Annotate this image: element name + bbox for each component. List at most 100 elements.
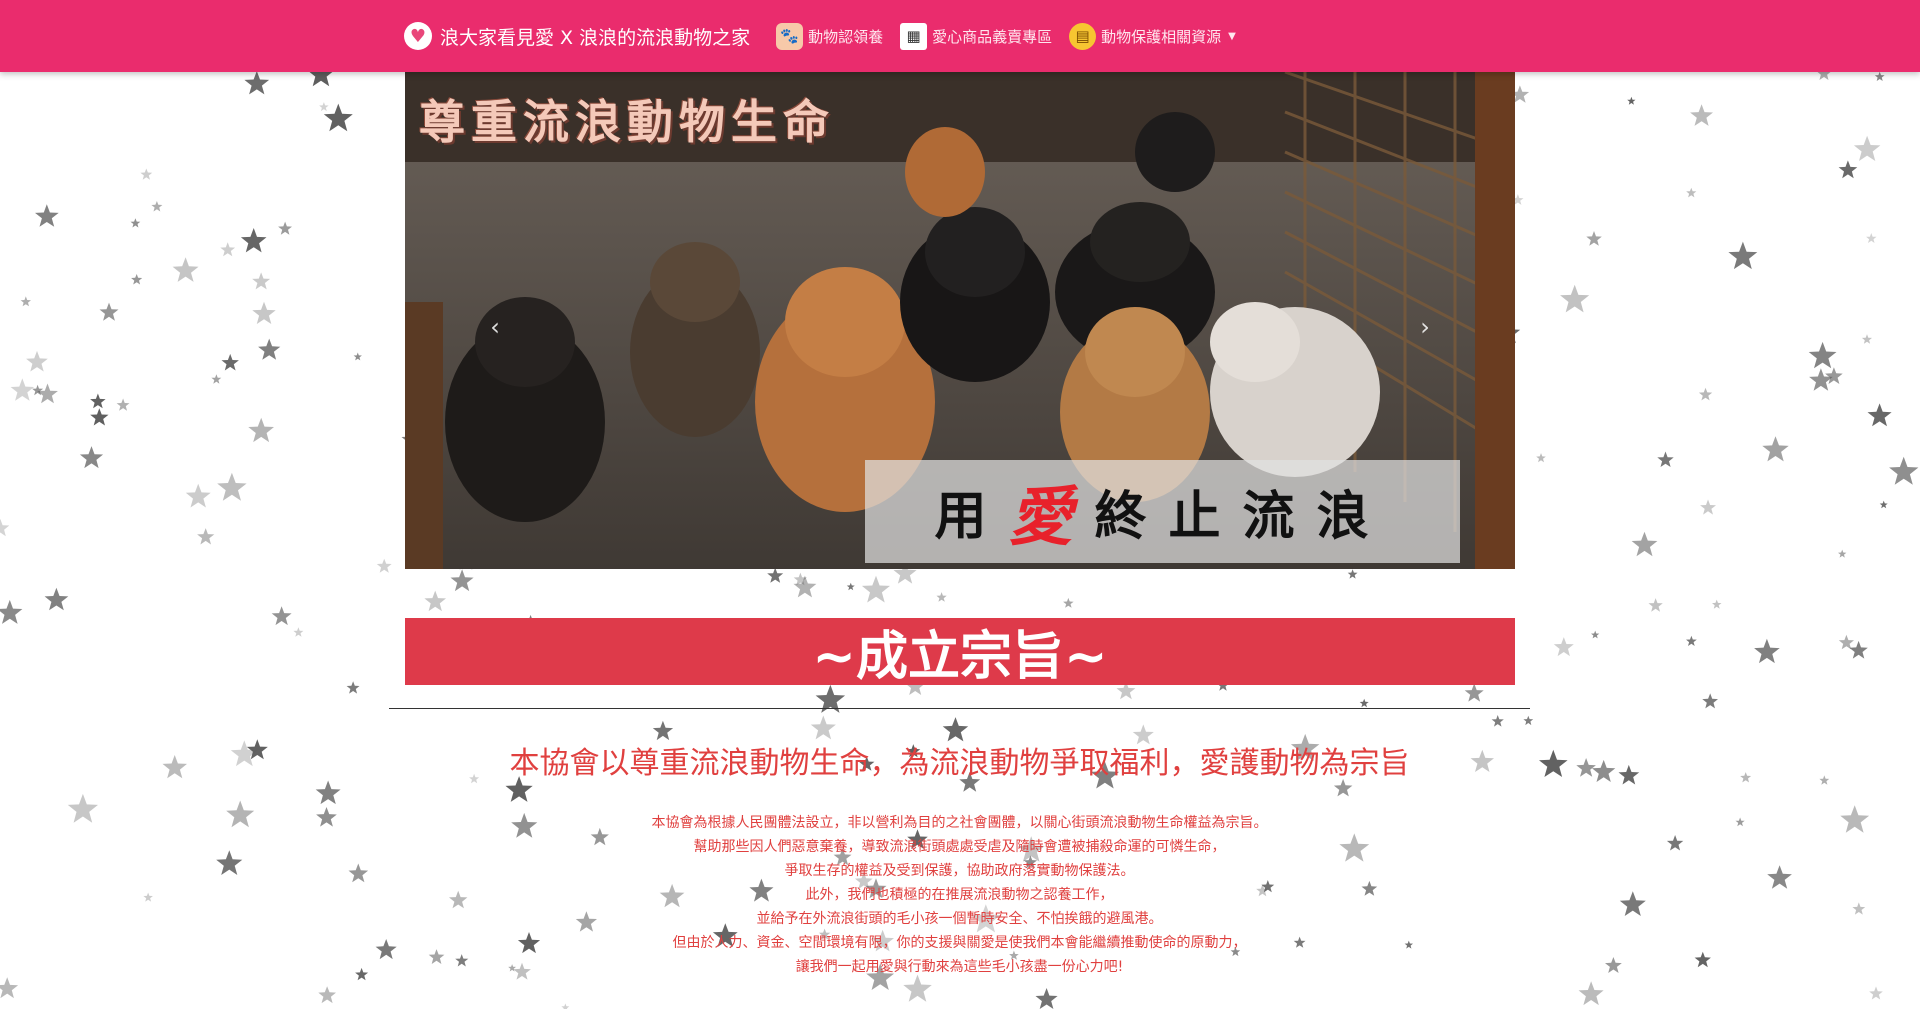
star-icon <box>1347 569 1358 579</box>
carousel-prev-button[interactable]: ‹ <box>475 307 515 347</box>
star-icon <box>1560 284 1590 313</box>
star-icon <box>353 352 362 361</box>
star-icon <box>561 1003 570 1009</box>
star-icon <box>1728 241 1758 270</box>
star-icon <box>0 519 10 537</box>
star-icon <box>1553 637 1574 657</box>
nav-item-adoption[interactable]: 🐾 動物認領養 <box>776 22 884 50</box>
paragraph-line: 並給予在外流浪街頭的毛小孩一個暫時安全、不怕挨餓的避風港。 <box>756 911 1163 927</box>
star-icon <box>116 398 130 411</box>
star-icon <box>810 715 836 740</box>
star-icon <box>1735 817 1745 827</box>
star-icon <box>226 800 255 828</box>
star-icon <box>793 572 807 586</box>
nav-item-label: 愛心商品義賣專區 <box>932 27 1053 46</box>
star-icon <box>35 204 59 227</box>
nav-item-resources-dropdown[interactable]: ▤ 動物保護相關資源 ▼ <box>1069 22 1236 50</box>
star-icon <box>10 378 35 401</box>
star-icon <box>1523 715 1534 726</box>
star-icon <box>221 353 239 371</box>
star-icon <box>346 681 360 694</box>
star-icon <box>90 393 106 409</box>
star-icon <box>252 301 276 324</box>
star-icon <box>185 483 211 508</box>
caption-text-before: 用 <box>934 487 1009 547</box>
paragraph-line: 本協會為根據人民團體法設立，非以營利為目的之社會團體，以關心街頭流浪動物生命權益… <box>651 815 1268 831</box>
star-icon <box>216 850 243 875</box>
star-icon <box>26 350 48 372</box>
star-icon <box>1838 549 1847 558</box>
star-icon <box>1740 772 1752 783</box>
chevron-left-icon: ‹ <box>490 313 500 341</box>
top-navbar: ♥ 浪大家看見愛 X 浪浪的流浪動物之家 🐾 動物認領養 ▦ 愛心商品義賣專區 … <box>0 0 1920 72</box>
nav-item-label: 動物認領養 <box>808 27 884 46</box>
star-icon <box>1866 233 1877 243</box>
paragraph-line: 但由於人力、資金、空間環境有限，你的支援與關愛是使我們本會能繼續推動使命的原動力… <box>672 935 1247 951</box>
mission-subtitle: 本協會以尊重流浪動物生命，為流浪動物爭取福利，愛護動物為宗旨 <box>509 746 1410 781</box>
star-icon <box>1819 775 1830 785</box>
paragraph-line: 此外，我們也積極的在推展流浪動物之認養工作， <box>805 887 1114 903</box>
star-icon <box>1631 531 1658 557</box>
star-icon <box>319 102 329 112</box>
star-icon <box>1762 436 1789 462</box>
star-icon <box>1657 451 1674 467</box>
star-icon <box>376 558 392 573</box>
star-icon <box>450 569 474 592</box>
carousel-next-button[interactable]: › <box>1405 307 1445 347</box>
star-icon <box>1694 951 1711 968</box>
star-icon <box>1861 334 1872 344</box>
paragraph-line: 讓我們一起用愛與行動來為這些毛小孩盡一份心力吧! <box>795 959 1124 975</box>
slide-title: 尊重流浪動物生命 <box>419 95 835 149</box>
nav-item-charity-shop[interactable]: ▦ 愛心商品義賣專區 <box>900 22 1053 50</box>
section-heading-banner: ~成立宗旨~ <box>405 618 1515 687</box>
section-heading: ~成立宗旨~ <box>812 627 1108 687</box>
star-icon <box>278 221 292 235</box>
star-icon <box>211 374 222 384</box>
star-icon <box>936 592 947 602</box>
star-icon <box>323 103 353 132</box>
star-icon <box>140 168 153 180</box>
star-icon <box>318 986 336 1004</box>
star-icon <box>1035 988 1058 1009</box>
star-icon <box>793 575 817 598</box>
star-icon <box>424 590 446 612</box>
star-icon <box>1700 499 1716 515</box>
shop-icon: ▦ <box>900 22 928 50</box>
star-icon <box>355 967 369 981</box>
star-icon <box>1627 96 1636 105</box>
star-icon <box>240 228 267 253</box>
star-icon <box>151 201 163 212</box>
star-icon <box>1809 368 1833 391</box>
star-icon <box>162 755 187 779</box>
star-icon <box>220 242 236 257</box>
star-icon <box>1853 135 1881 161</box>
chevron-right-icon: › <box>1420 313 1430 341</box>
star-icon <box>1702 693 1718 709</box>
image-carousel[interactable]: 尊重流浪動物生命 用 愛 終止流浪 ‹ › <box>405 72 1515 569</box>
star-icon <box>20 296 31 307</box>
star-icon <box>1852 902 1866 915</box>
star-icon <box>1838 160 1858 179</box>
star-icon <box>99 302 119 321</box>
star-icon <box>1754 638 1780 664</box>
star-icon <box>1889 456 1919 485</box>
star-icon <box>1063 597 1074 608</box>
star-icon <box>1849 640 1868 659</box>
brand-link[interactable]: ♥ 浪大家看見愛 X 浪浪的流浪動物之家 <box>404 22 750 50</box>
star-icon <box>1592 759 1616 782</box>
star-icon <box>258 338 281 360</box>
star-icon <box>1712 599 1722 609</box>
star-icon <box>315 780 341 805</box>
star-icon <box>1618 764 1640 785</box>
caption-highlight: 愛 <box>1008 480 1095 555</box>
star-icon <box>248 417 274 443</box>
star-icon <box>1605 957 1622 973</box>
star-icon <box>1536 453 1546 463</box>
star-icon <box>217 472 247 501</box>
star-icon <box>244 71 270 95</box>
star-icon <box>1698 387 1713 401</box>
star-icon <box>271 606 292 626</box>
star-icon <box>44 587 69 611</box>
star-icon <box>1359 698 1369 708</box>
star-icon <box>1591 630 1600 639</box>
